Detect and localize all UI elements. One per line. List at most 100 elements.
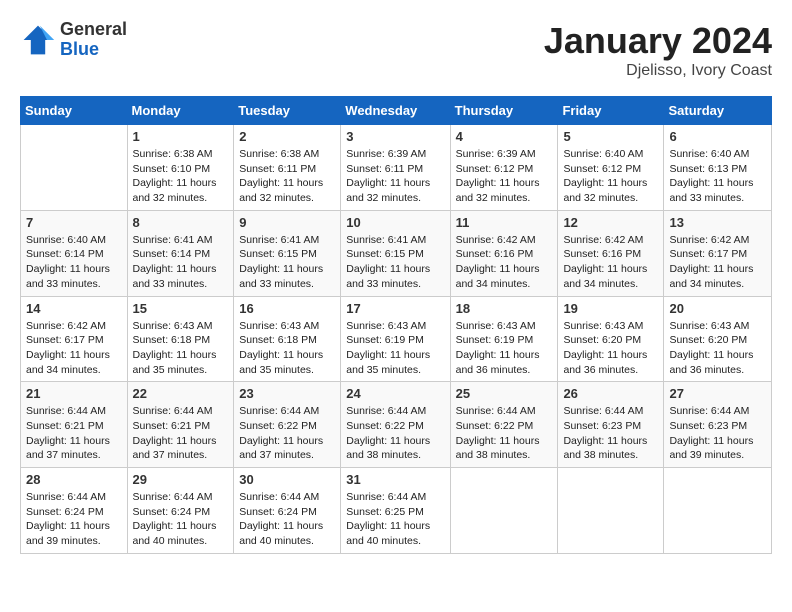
calendar-cell: 18 Sunrise: 6:43 AMSunset: 6:19 PMDayligh… — [450, 296, 558, 382]
day-info: Sunrise: 6:44 AMSunset: 6:23 PMDaylight:… — [669, 404, 766, 463]
day-info: Sunrise: 6:43 AMSunset: 6:19 PMDaylight:… — [456, 319, 553, 378]
day-info: Sunrise: 6:44 AMSunset: 6:23 PMDaylight:… — [563, 404, 658, 463]
day-number: 10 — [346, 215, 444, 230]
day-number: 31 — [346, 472, 444, 487]
day-number: 16 — [239, 301, 335, 316]
calendar-cell — [664, 468, 772, 554]
calendar-cell: 21 Sunrise: 6:44 AMSunset: 6:21 PMDayligh… — [21, 382, 128, 468]
day-number: 20 — [669, 301, 766, 316]
calendar-week-2: 7Sunrise: 6:40 AMSunset: 6:14 PMDaylight… — [21, 210, 772, 296]
day-number: 24 — [346, 386, 444, 401]
calendar-cell — [450, 468, 558, 554]
logo-general: General — [60, 20, 127, 40]
calendar-cell: 12 Sunrise: 6:42 AMSunset: 6:16 PMDayligh… — [558, 210, 664, 296]
calendar-cell: 5Sunrise: 6:40 AMSunset: 6:12 PMDaylight… — [558, 125, 664, 211]
logo-icon — [20, 22, 56, 58]
day-number: 17 — [346, 301, 444, 316]
calendar-cell: 19Sunrise: 6:43 AMSunset: 6:20 PMDayligh… — [558, 296, 664, 382]
calendar-cell: 2 Sunrise: 6:38 AMSunset: 6:11 PMDaylight… — [234, 125, 341, 211]
day-info: Sunrise: 6:44 AMSunset: 6:21 PMDaylight:… — [26, 404, 122, 463]
calendar-cell: 29 Sunrise: 6:44 AMSunset: 6:24 PMDayligh… — [127, 468, 234, 554]
logo-text: General Blue — [60, 20, 127, 60]
logo: General Blue — [20, 20, 127, 60]
day-info: Sunrise: 6:44 AMSunset: 6:22 PMDaylight:… — [346, 404, 444, 463]
day-number: 27 — [669, 386, 766, 401]
day-info: Sunrise: 6:43 AMSunset: 6:20 PMDaylight:… — [563, 319, 658, 378]
day-number: 12 — [563, 215, 658, 230]
calendar-cell: 8 Sunrise: 6:41 AMSunset: 6:14 PMDaylight… — [127, 210, 234, 296]
header-day-thursday: Thursday — [450, 97, 558, 125]
day-number: 15 — [133, 301, 229, 316]
day-number: 26 — [563, 386, 658, 401]
day-number: 1 — [133, 129, 229, 144]
day-info: Sunrise: 6:42 AMSunset: 6:17 PMDaylight:… — [669, 233, 766, 292]
day-number: 4 — [456, 129, 553, 144]
calendar-header: SundayMondayTuesdayWednesdayThursdayFrid… — [21, 97, 772, 125]
title-block: January 2024 Djelisso, Ivory Coast — [544, 20, 772, 80]
calendar-cell — [558, 468, 664, 554]
calendar-cell: 4 Sunrise: 6:39 AMSunset: 6:12 PMDaylight… — [450, 125, 558, 211]
calendar-cell: 11 Sunrise: 6:42 AMSunset: 6:16 PMDayligh… — [450, 210, 558, 296]
day-info: Sunrise: 6:44 AMSunset: 6:24 PMDaylight:… — [133, 490, 229, 549]
day-info: Sunrise: 6:43 AMSunset: 6:20 PMDaylight:… — [669, 319, 766, 378]
day-info: Sunrise: 6:44 AMSunset: 6:22 PMDaylight:… — [456, 404, 553, 463]
day-info: Sunrise: 6:39 AMSunset: 6:11 PMDaylight:… — [346, 147, 444, 206]
day-info: Sunrise: 6:40 AMSunset: 6:12 PMDaylight:… — [563, 147, 658, 206]
day-number: 28 — [26, 472, 122, 487]
day-info: Sunrise: 6:44 AMSunset: 6:24 PMDaylight:… — [26, 490, 122, 549]
day-info: Sunrise: 6:43 AMSunset: 6:18 PMDaylight:… — [133, 319, 229, 378]
calendar-cell: 14Sunrise: 6:42 AMSunset: 6:17 PMDayligh… — [21, 296, 128, 382]
calendar-cell: 30 Sunrise: 6:44 AMSunset: 6:24 PMDayligh… — [234, 468, 341, 554]
calendar-cell: 17Sunrise: 6:43 AMSunset: 6:19 PMDayligh… — [341, 296, 450, 382]
day-number: 11 — [456, 215, 553, 230]
header-day-saturday: Saturday — [664, 97, 772, 125]
day-number: 2 — [239, 129, 335, 144]
day-info: Sunrise: 6:38 AMSunset: 6:11 PMDaylight:… — [239, 147, 335, 206]
day-info: Sunrise: 6:40 AMSunset: 6:14 PMDaylight:… — [26, 233, 122, 292]
header-day-friday: Friday — [558, 97, 664, 125]
day-info: Sunrise: 6:41 AMSunset: 6:15 PMDaylight:… — [346, 233, 444, 292]
calendar-subtitle: Djelisso, Ivory Coast — [544, 62, 772, 80]
day-number: 3 — [346, 129, 444, 144]
day-number: 23 — [239, 386, 335, 401]
day-number: 29 — [133, 472, 229, 487]
day-number: 22 — [133, 386, 229, 401]
calendar-cell: 13 Sunrise: 6:42 AMSunset: 6:17 PMDayligh… — [664, 210, 772, 296]
day-number: 6 — [669, 129, 766, 144]
day-number: 30 — [239, 472, 335, 487]
day-info: Sunrise: 6:42 AMSunset: 6:16 PMDaylight:… — [563, 233, 658, 292]
day-number: 9 — [239, 215, 335, 230]
day-number: 18 — [456, 301, 553, 316]
calendar-cell: 24 Sunrise: 6:44 AMSunset: 6:22 PMDayligh… — [341, 382, 450, 468]
calendar-cell: 9 Sunrise: 6:41 AMSunset: 6:15 PMDaylight… — [234, 210, 341, 296]
day-number: 14 — [26, 301, 122, 316]
calendar-cell: 23Sunrise: 6:44 AMSunset: 6:22 PMDayligh… — [234, 382, 341, 468]
calendar-week-4: 21 Sunrise: 6:44 AMSunset: 6:21 PMDayligh… — [21, 382, 772, 468]
day-number: 25 — [456, 386, 553, 401]
day-info: Sunrise: 6:44 AMSunset: 6:24 PMDaylight:… — [239, 490, 335, 549]
calendar-week-1: 1Sunrise: 6:38 AMSunset: 6:10 PMDaylight… — [21, 125, 772, 211]
calendar-week-5: 28 Sunrise: 6:44 AMSunset: 6:24 PMDayligh… — [21, 468, 772, 554]
header-day-monday: Monday — [127, 97, 234, 125]
day-info: Sunrise: 6:42 AMSunset: 6:16 PMDaylight:… — [456, 233, 553, 292]
calendar-cell: 3 Sunrise: 6:39 AMSunset: 6:11 PMDaylight… — [341, 125, 450, 211]
header-row: SundayMondayTuesdayWednesdayThursdayFrid… — [21, 97, 772, 125]
day-info: Sunrise: 6:44 AMSunset: 6:21 PMDaylight:… — [133, 404, 229, 463]
day-info: Sunrise: 6:39 AMSunset: 6:12 PMDaylight:… — [456, 147, 553, 206]
header-day-sunday: Sunday — [21, 97, 128, 125]
calendar-cell: 1Sunrise: 6:38 AMSunset: 6:10 PMDaylight… — [127, 125, 234, 211]
calendar-cell: 7Sunrise: 6:40 AMSunset: 6:14 PMDaylight… — [21, 210, 128, 296]
calendar-title: January 2024 — [544, 20, 772, 62]
day-info: Sunrise: 6:41 AMSunset: 6:15 PMDaylight:… — [239, 233, 335, 292]
calendar-cell: 25 Sunrise: 6:44 AMSunset: 6:22 PMDayligh… — [450, 382, 558, 468]
calendar-cell: 31 Sunrise: 6:44 AMSunset: 6:25 PMDayligh… — [341, 468, 450, 554]
day-number: 21 — [26, 386, 122, 401]
day-info: Sunrise: 6:44 AMSunset: 6:25 PMDaylight:… — [346, 490, 444, 549]
day-info: Sunrise: 6:41 AMSunset: 6:14 PMDaylight:… — [133, 233, 229, 292]
day-number: 8 — [133, 215, 229, 230]
day-number: 13 — [669, 215, 766, 230]
calendar-cell: 15 Sunrise: 6:43 AMSunset: 6:18 PMDayligh… — [127, 296, 234, 382]
day-info: Sunrise: 6:43 AMSunset: 6:18 PMDaylight:… — [239, 319, 335, 378]
calendar-body: 1Sunrise: 6:38 AMSunset: 6:10 PMDaylight… — [21, 125, 772, 554]
header-day-tuesday: Tuesday — [234, 97, 341, 125]
